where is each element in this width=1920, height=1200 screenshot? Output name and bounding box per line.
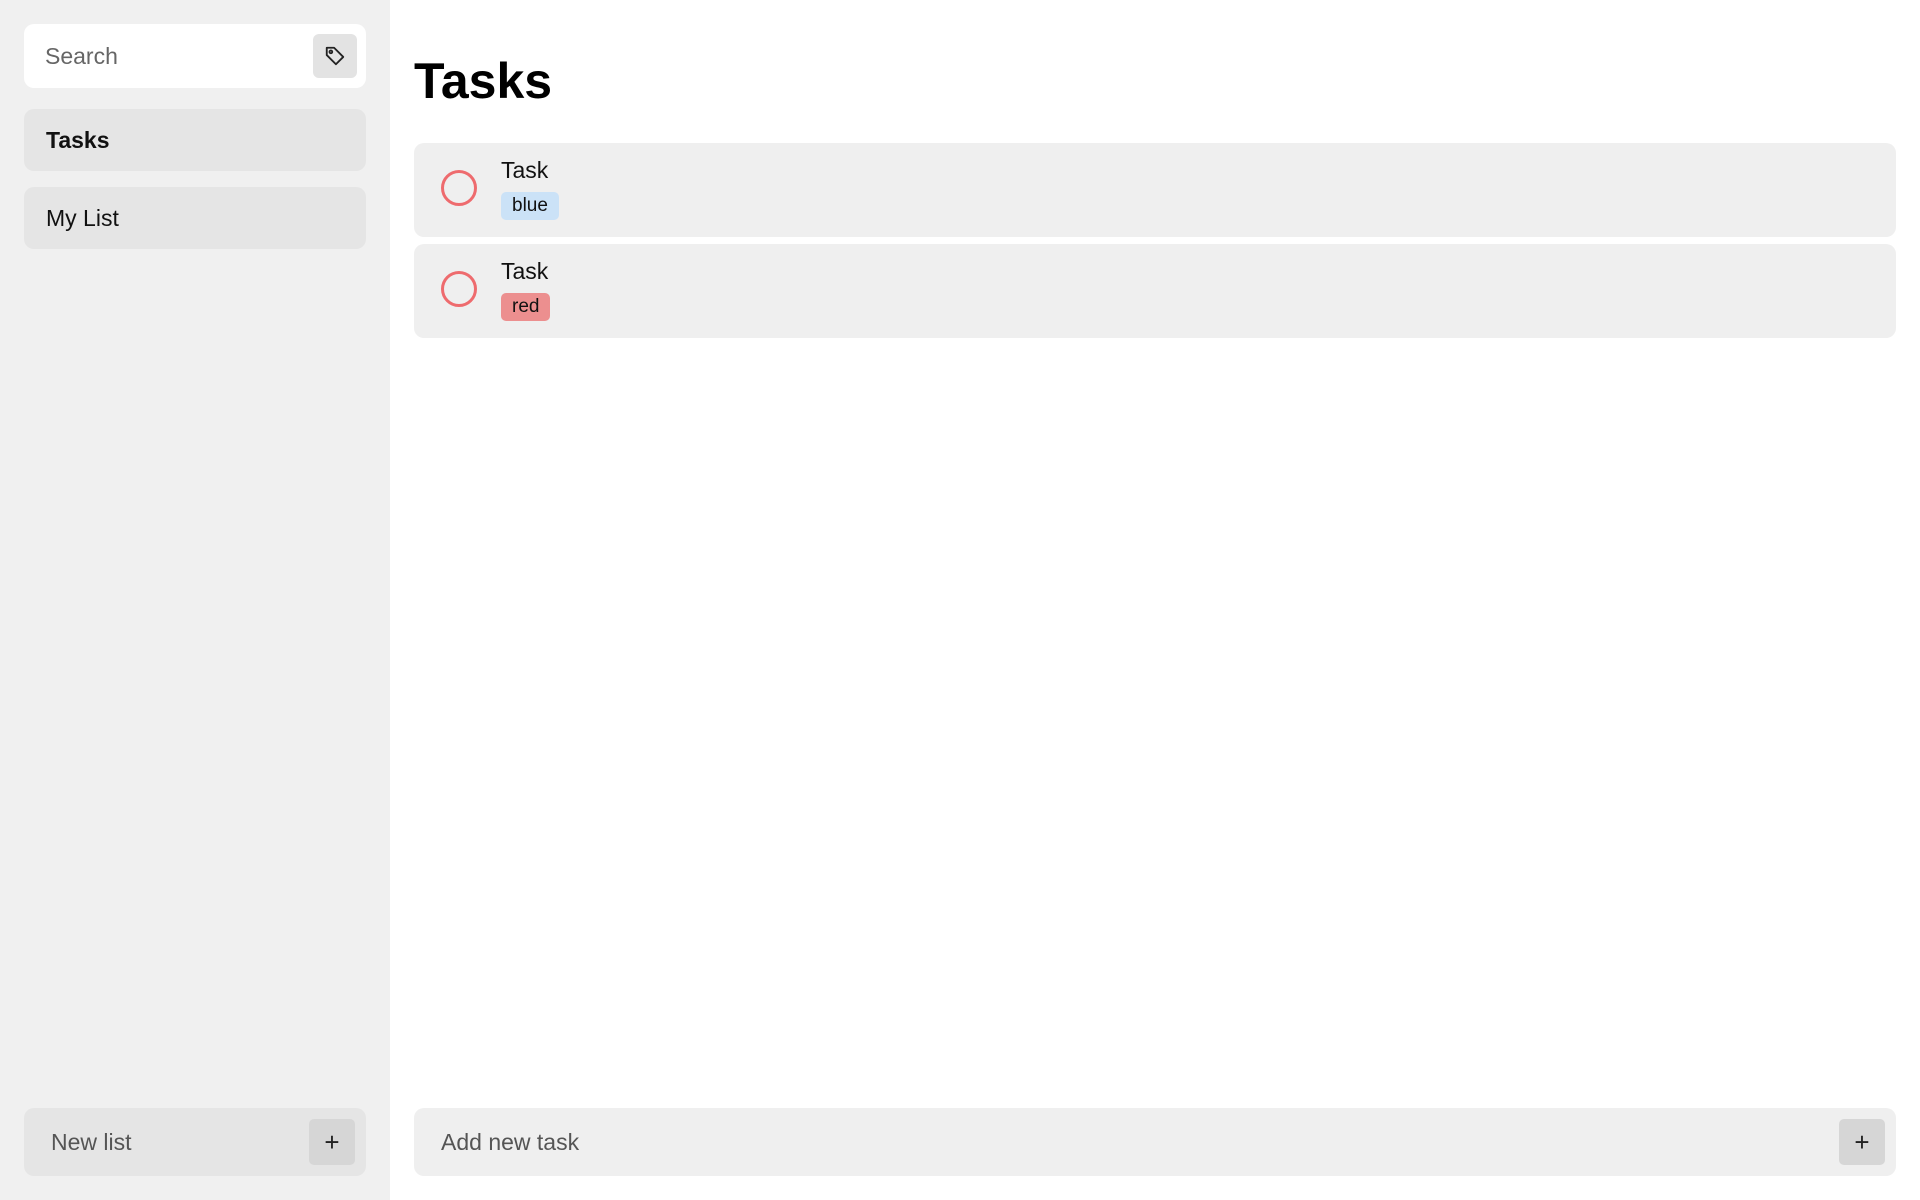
sidebar-item-my-list[interactable]: My List	[24, 187, 366, 249]
add-task-button[interactable]: +	[1839, 1119, 1885, 1165]
task-tag: red	[501, 293, 551, 321]
task-checkbox[interactable]	[441, 271, 477, 307]
page-title: Tasks	[414, 53, 553, 109]
app-window: Tasks My List + Tasks Task blue Task red	[0, 0, 1920, 1200]
search-input[interactable]	[24, 24, 304, 88]
task-checkbox[interactable]	[441, 170, 477, 206]
tag-icon	[325, 46, 345, 66]
new-list-input[interactable]	[24, 1108, 304, 1176]
task-title: Task	[501, 258, 549, 284]
add-list-button[interactable]: +	[309, 1119, 355, 1165]
new-list-box: +	[24, 1108, 366, 1176]
sidebar: Tasks My List +	[0, 0, 390, 1200]
sidebar-item-label: Tasks	[46, 126, 110, 153]
plus-icon: +	[324, 1127, 340, 1157]
task-title: Task	[501, 157, 549, 183]
tag-filter-button[interactable]	[313, 34, 357, 78]
add-task-input[interactable]	[414, 1108, 1814, 1176]
search-box	[24, 24, 366, 88]
sidebar-item-tasks[interactable]: Tasks	[24, 109, 366, 171]
task-tag: blue	[501, 192, 559, 220]
task-row[interactable]: Task blue	[414, 143, 1896, 237]
add-task-box: +	[414, 1108, 1896, 1176]
plus-icon: +	[1854, 1127, 1870, 1157]
sidebar-item-label: My List	[46, 204, 119, 231]
main-panel: Tasks Task blue Task red +	[390, 0, 1920, 1200]
task-row[interactable]: Task red	[414, 244, 1896, 338]
task-list: Task blue Task red	[414, 143, 1896, 345]
